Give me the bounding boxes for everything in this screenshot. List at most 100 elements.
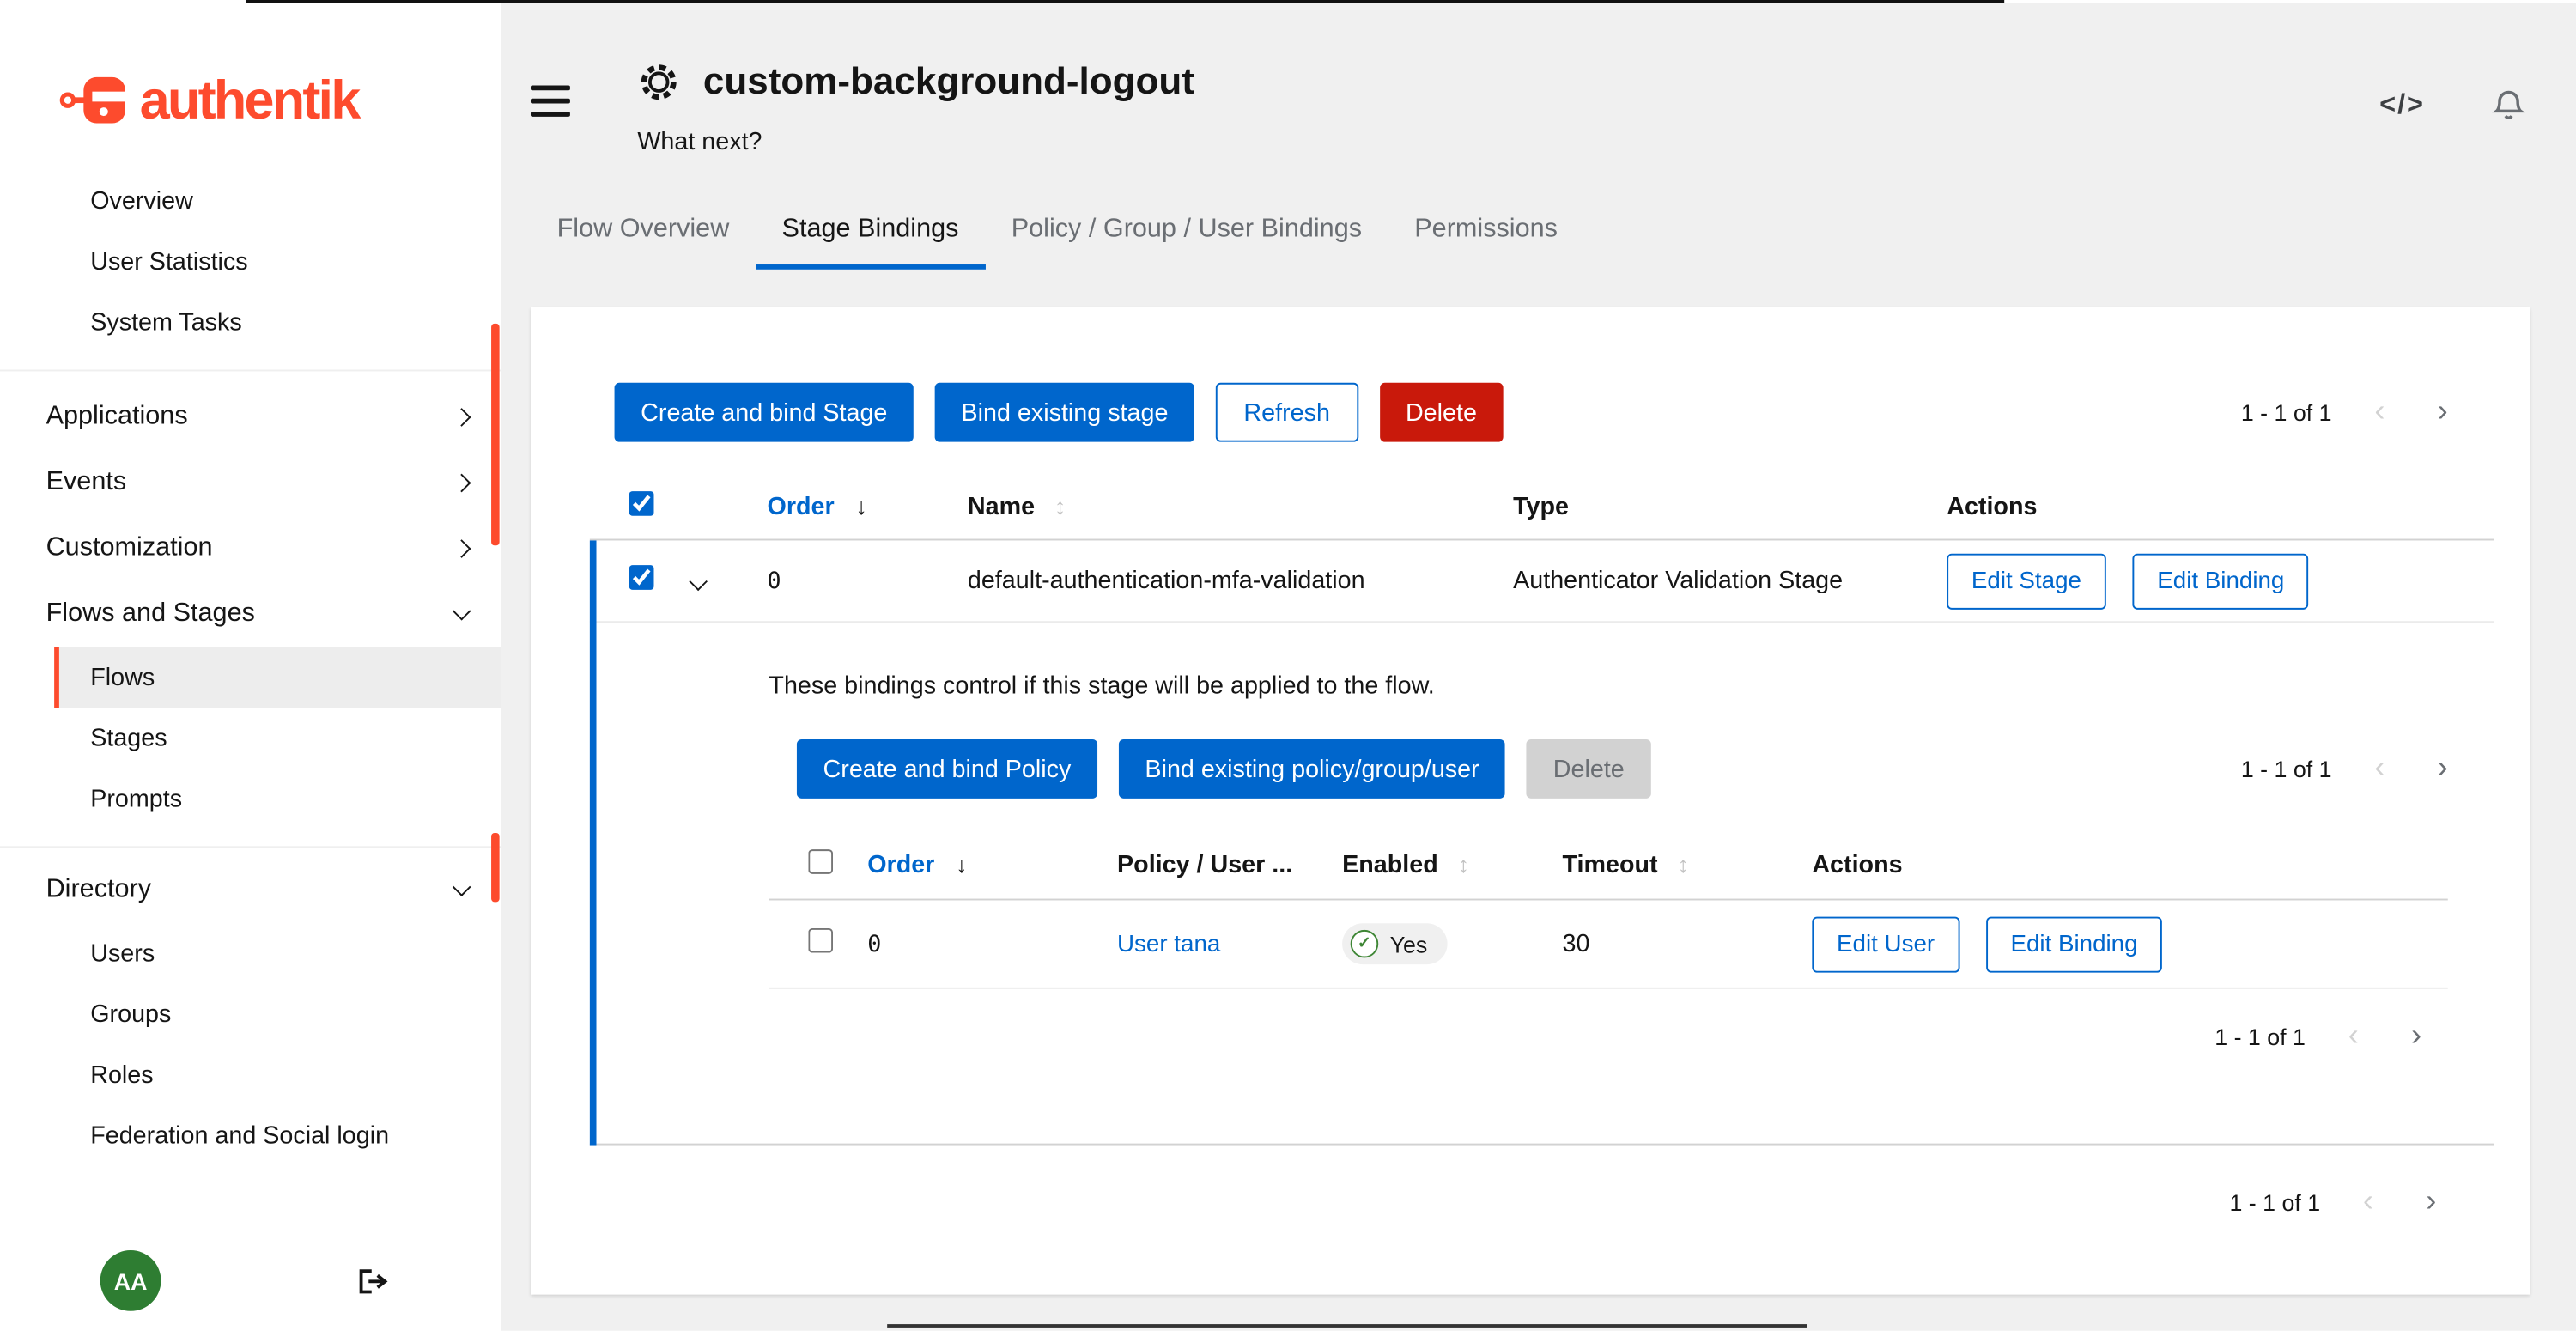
sidebar-item-system-tasks[interactable]: System Tasks — [0, 293, 501, 354]
tab-policy-group-user-bindings[interactable]: Policy / Group / User Bindings — [985, 196, 1388, 270]
main-content: custom-background-logout What next? </> … — [501, 3, 2576, 1331]
sidebar-item-roles[interactable]: Roles — [54, 1045, 501, 1106]
sidebar-item-users[interactable]: Users — [54, 923, 501, 984]
notifications-bell-icon[interactable] — [2491, 85, 2527, 123]
pagination-label: 1 - 1 of 1 — [2241, 756, 2332, 782]
edit-user-button[interactable]: Edit User — [1812, 916, 1959, 972]
page-title: custom-background-logout — [703, 59, 1194, 104]
row-checkbox[interactable] — [629, 565, 654, 590]
pagination-next-icon[interactable]: › — [2411, 1018, 2421, 1054]
row-timeout: 30 — [1543, 930, 1793, 958]
policy-user-link[interactable]: User tana — [1117, 932, 1220, 958]
logout-icon[interactable] — [356, 1264, 392, 1297]
sidebar-group-events[interactable]: Events — [0, 450, 501, 516]
pagination-prev-icon: ‹ — [2363, 1184, 2373, 1220]
refresh-button[interactable]: Refresh — [1216, 383, 1358, 442]
stage-bindings-card: Create and bind Stage Bind existing stag… — [531, 307, 2530, 1295]
bind-existing-stage-button[interactable]: Bind existing stage — [935, 383, 1194, 442]
pagination-next-icon[interactable]: › — [2438, 751, 2448, 787]
create-and-bind-policy-button[interactable]: Create and bind Policy — [797, 739, 1097, 799]
pagination-label: 1 - 1 of 1 — [2229, 1189, 2320, 1216]
row-type: Authenticator Validation Stage — [1493, 567, 1927, 595]
column-policy-user: Policy / User ... — [1097, 851, 1322, 879]
sidebar-group-directory[interactable]: Directory — [0, 858, 501, 924]
sidebar-item-groups[interactable]: Groups — [54, 984, 501, 1045]
authentik-logo-icon — [59, 70, 128, 130]
group-label: Customization — [46, 534, 213, 563]
api-drawer-icon[interactable]: </> — [2379, 88, 2425, 120]
pagination-next-icon[interactable]: › — [2426, 1184, 2436, 1220]
bind-existing-policy-button[interactable]: Bind existing policy/group/user — [1119, 739, 1505, 799]
sidebar-item-flows[interactable]: Flows — [54, 647, 501, 708]
tab-permissions[interactable]: Permissions — [1388, 196, 1584, 270]
sidebar-item-stages[interactable]: Stages — [54, 708, 501, 769]
edit-binding-button[interactable]: Edit Binding — [2133, 553, 2309, 609]
tab-bar: Flow Overview Stage Bindings Policy / Gr… — [531, 196, 2576, 270]
row-checkbox[interactable] — [808, 928, 833, 953]
pagination-policy-bottom: 1 - 1 of 1 ‹ › — [590, 1018, 2421, 1054]
column-type: Type — [1493, 493, 1927, 521]
group-label: Flows and Stages — [46, 599, 255, 629]
page-header: custom-background-logout What next? </> — [501, 3, 2576, 156]
tab-flow-overview[interactable]: Flow Overview — [531, 196, 756, 270]
column-order[interactable]: Order — [767, 493, 834, 521]
group-label: Events — [46, 468, 127, 497]
sidebar-toggle-icon[interactable] — [531, 85, 570, 116]
sort-desc-icon: ↓ — [956, 851, 967, 878]
sidebar-scrollbar-thumb[interactable] — [491, 833, 500, 902]
sort-icon[interactable]: ↕ — [1458, 851, 1469, 878]
row-expander-chevron-icon[interactable] — [669, 568, 705, 593]
pagination-policy-top: 1 - 1 of 1 ‹ › — [2241, 751, 2448, 787]
create-and-bind-stage-button[interactable]: Create and bind Stage — [615, 383, 914, 442]
stage-toolbar: Create and bind Stage Bind existing stag… — [531, 307, 2530, 475]
sidebar-footer: AA — [0, 1250, 501, 1311]
pagination-bottom: 1 - 1 of 1 ‹ › — [531, 1146, 2530, 1221]
check-circle-icon: ✓ — [1351, 930, 1379, 958]
sidebar-item-user-statistics[interactable]: User Statistics — [0, 232, 501, 293]
select-all-checkbox[interactable] — [808, 849, 833, 874]
pagination-label: 1 - 1 of 1 — [2241, 399, 2332, 426]
pagination-label: 1 - 1 of 1 — [2215, 1024, 2306, 1050]
chevron-right-icon — [453, 474, 471, 493]
sidebar-item-overview[interactable]: Overview — [0, 171, 501, 232]
table-row: 0 User tana ✓ Yes 30 — [769, 900, 2447, 988]
window-top-border — [246, 0, 2004, 3]
sort-icon[interactable]: ↕ — [1678, 851, 1689, 878]
column-name[interactable]: Name — [968, 493, 1035, 521]
tab-stage-bindings[interactable]: Stage Bindings — [756, 196, 985, 270]
flow-icon — [637, 60, 680, 103]
enabled-value: Yes — [1390, 931, 1428, 957]
pagination-next-icon[interactable]: › — [2438, 394, 2448, 430]
group-label: Applications — [46, 403, 188, 432]
edit-binding-button[interactable]: Edit Binding — [1986, 916, 2162, 972]
group-label: Directory — [46, 876, 151, 905]
sidebar-item-prompts[interactable]: Prompts — [54, 769, 501, 830]
expanded-row-block: 0 default-authentication-mfa-validation … — [590, 540, 2494, 1145]
row-expansion: These bindings control if this stage wil… — [590, 672, 2494, 1146]
column-order[interactable]: Order — [867, 851, 934, 879]
sidebar-scrollbar-thumb[interactable] — [491, 324, 500, 545]
sort-icon[interactable]: ↕ — [1054, 493, 1066, 520]
table-header: Order ↓ Policy / User ... Enabled ↕ Timeou… — [769, 831, 2447, 900]
delete-button[interactable]: Delete — [1379, 383, 1503, 442]
sidebar-group-customization[interactable]: Customization — [0, 516, 501, 582]
pagination-prev-icon: ‹ — [2348, 1018, 2359, 1054]
sidebar-group-applications[interactable]: Applications — [0, 385, 501, 451]
select-all-checkbox[interactable] — [629, 491, 654, 516]
column-enabled[interactable]: Enabled — [1342, 851, 1438, 879]
row-order: 0 — [748, 568, 948, 594]
column-actions: Actions — [1792, 851, 2447, 879]
brand-name: authentik — [140, 69, 359, 131]
window-bottom-border — [887, 1324, 1807, 1328]
authentik-logo: authentik — [0, 3, 501, 171]
row-name: default-authentication-mfa-validation — [948, 567, 1493, 595]
table-row: 0 default-authentication-mfa-validation … — [590, 540, 2494, 623]
avatar[interactable]: AA — [100, 1250, 161, 1311]
stage-bindings-table: Order ↓ Name ↕ Type Actions 0 default-auth… — [590, 475, 2494, 1146]
edit-stage-button[interactable]: Edit Stage — [1947, 553, 2105, 609]
sort-desc-icon: ↓ — [856, 493, 867, 520]
app-root: authentik Overview User Statistics Syste… — [0, 0, 2576, 1331]
sidebar-item-federation[interactable]: Federation and Social login — [54, 1106, 501, 1167]
column-timeout[interactable]: Timeout — [1563, 851, 1658, 879]
sidebar-group-flows-and-stages[interactable]: Flows and Stages — [0, 581, 501, 647]
